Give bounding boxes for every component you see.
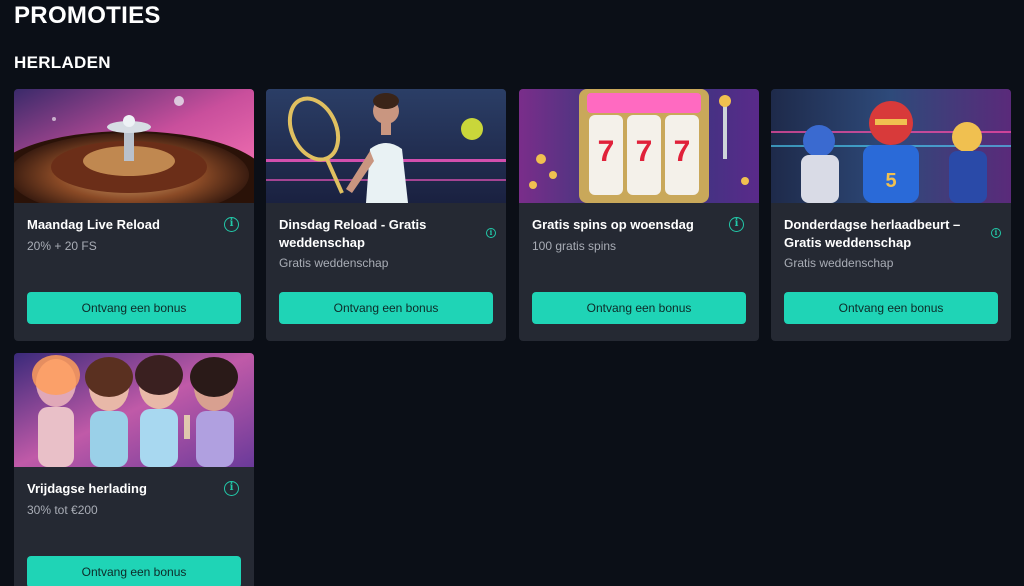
claim-bonus-button[interactable]: Ontvang een bonus <box>279 292 493 324</box>
roulette-wheel-image[interactable] <box>14 89 254 203</box>
info-icon[interactable]: i <box>224 481 239 496</box>
info-icon[interactable]: i <box>729 217 744 232</box>
claim-bonus-button[interactable]: Ontvang een bonus <box>784 292 998 324</box>
football-players-image[interactable]: 5 <box>771 89 1011 203</box>
promo-card-wednesday[interactable]: 7 7 7 Gratis spins op woensdag i 100 gra… <box>519 89 759 341</box>
promotions-page: PROMOTIES HERLADEN Maandag Live Reload i… <box>0 0 1024 586</box>
promo-card-subtitle: 100 gratis spins <box>532 239 617 253</box>
slot-machine-image[interactable]: 7 7 7 <box>519 89 759 203</box>
svg-text:7: 7 <box>674 135 691 168</box>
page-title: PROMOTIES <box>14 2 161 29</box>
promo-card-title: Vrijdagse herlading <box>27 481 147 496</box>
promo-card-subtitle: Gratis weddenschap <box>784 256 894 270</box>
promo-card-subtitle: 30% tot €200 <box>27 503 98 517</box>
promo-card-title: Maandag Live Reload <box>27 217 160 232</box>
svg-text:7: 7 <box>598 135 615 168</box>
info-icon[interactable]: i <box>991 228 1001 238</box>
promo-card-subtitle: Gratis weddenschap <box>279 256 389 270</box>
claim-bonus-button[interactable]: Ontvang een bonus <box>532 292 746 324</box>
promo-card-title: Donderdagse herlaadbeurt – Gratis wedden… <box>784 217 961 250</box>
promo-card-monday[interactable]: Maandag Live Reload i 20% + 20 FS Ontvan… <box>14 89 254 341</box>
promo-card-title: Dinsdag Reload - Gratis weddenschap <box>279 217 427 250</box>
section-title-reload: HERLADEN <box>14 53 111 72</box>
info-icon[interactable]: i <box>486 228 496 238</box>
claim-bonus-button[interactable]: Ontvang een bonus <box>27 292 241 324</box>
promo-card-subtitle: 20% + 20 FS <box>27 239 97 253</box>
claim-bonus-button[interactable]: Ontvang een bonus <box>27 556 241 586</box>
promo-card-thursday[interactable]: 5 Donderdagse herlaadbeurt – Gratis wedd… <box>771 89 1011 341</box>
svg-text:5: 5 <box>885 170 896 192</box>
promo-card-title: Gratis spins op woensdag <box>532 217 694 232</box>
svg-text:7: 7 <box>636 135 653 168</box>
promo-card-friday[interactable]: Vrijdagse herlading i 30% tot €200 Ontva… <box>14 353 254 586</box>
promo-card-tuesday[interactable]: Dinsdag Reload - Gratis weddenschap i Gr… <box>266 89 506 341</box>
tennis-player-image[interactable] <box>266 89 506 203</box>
party-women-image[interactable] <box>14 353 254 467</box>
info-icon[interactable]: i <box>224 217 239 232</box>
